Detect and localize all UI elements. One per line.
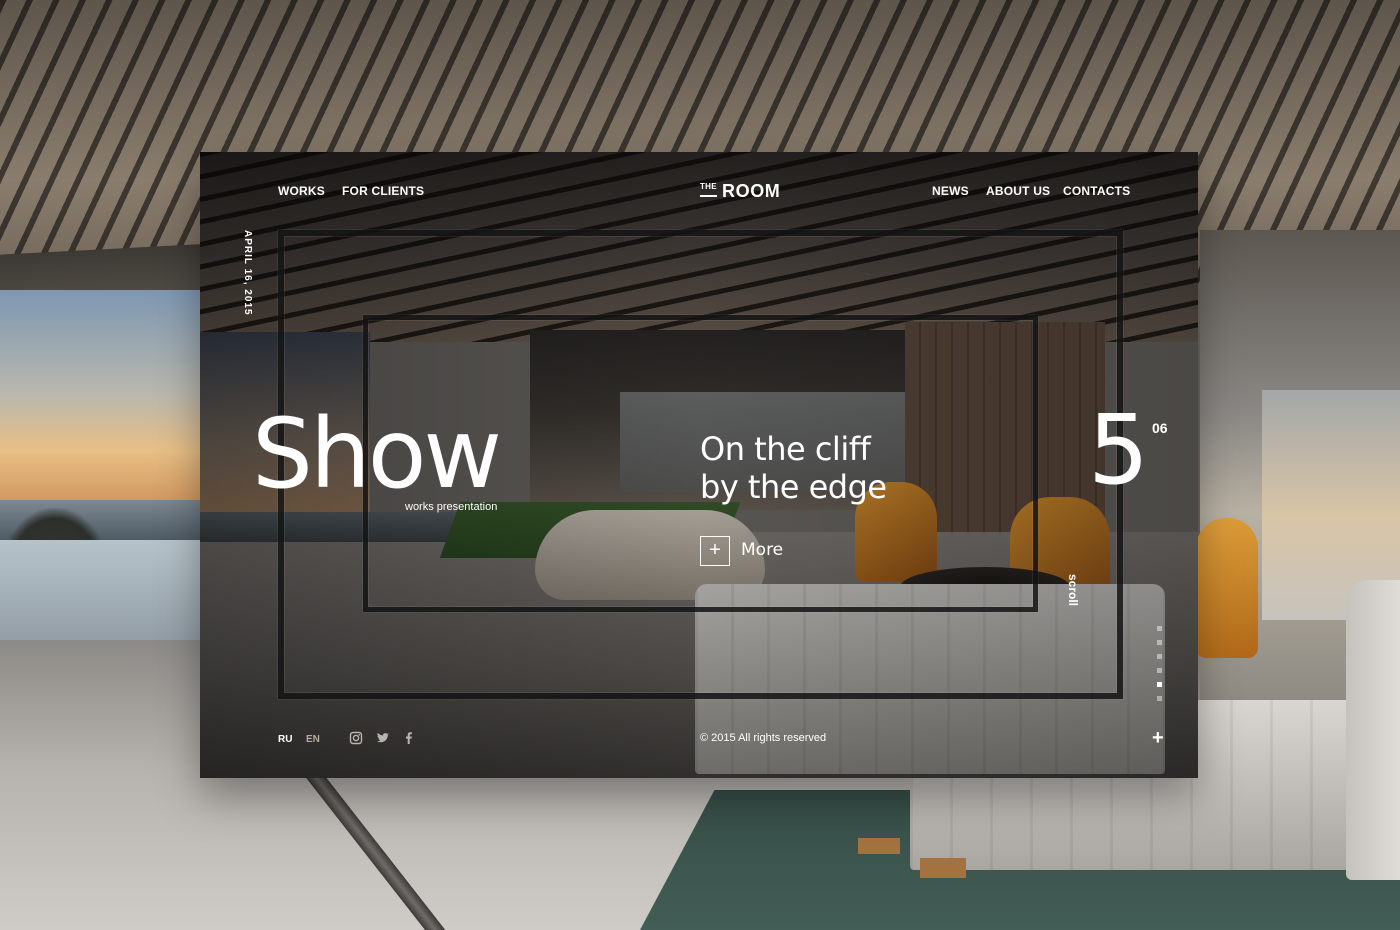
site-card: WORKS FOR CLIENTS THE ROOM NEWS ABOUT US…	[200, 152, 1198, 778]
hero-subtitle: works presentation	[405, 501, 498, 513]
logo-underline	[700, 195, 717, 197]
slide-total: 06	[1152, 420, 1168, 436]
language-ru[interactable]: RU	[278, 734, 292, 745]
language-en[interactable]: EN	[306, 734, 320, 745]
more-label: More	[741, 540, 784, 560]
background-sofa-leg	[858, 838, 900, 854]
plus-icon: +	[700, 536, 730, 566]
hero-title: Show	[252, 398, 502, 510]
logo-name: ROOM	[722, 181, 781, 201]
background-armchair	[1196, 518, 1258, 658]
background-sofa-leg	[920, 858, 966, 878]
pagination-dot-active[interactable]	[1157, 682, 1162, 687]
pagination-dot[interactable]	[1157, 696, 1162, 701]
nav-about-us[interactable]: ABOUT US	[986, 184, 1050, 198]
nav-news[interactable]: NEWS	[932, 184, 969, 198]
slide-headline-line2: by the edge	[700, 468, 887, 506]
background-pool	[0, 540, 210, 650]
nav-works[interactable]: WORKS	[278, 184, 325, 198]
pagination-dot[interactable]	[1157, 640, 1162, 645]
slide-headline-line1: On the cliff	[700, 430, 871, 468]
instagram-icon[interactable]	[349, 731, 363, 745]
facebook-icon[interactable]	[402, 731, 416, 745]
logo-prefix: THE	[700, 182, 717, 191]
nav-for-clients[interactable]: FOR CLIENTS	[342, 184, 424, 198]
pagination-dot[interactable]	[1157, 668, 1162, 673]
pagination-dot[interactable]	[1157, 654, 1162, 659]
publish-date: APRIL 16, 2015	[242, 230, 253, 316]
logo[interactable]: THE ROOM	[700, 181, 790, 203]
copyright: © 2015 All rights reserved	[700, 732, 827, 744]
nav-contacts[interactable]: CONTACTS	[1063, 184, 1130, 198]
slide-number: 5	[1088, 394, 1149, 506]
slide-pagination	[1157, 626, 1165, 701]
plus-icon[interactable]: +	[1152, 728, 1164, 748]
twitter-icon[interactable]	[376, 731, 390, 745]
scroll-hint[interactable]: scroll	[1066, 574, 1080, 606]
slide-headline: On the cliff by the edge	[700, 430, 960, 506]
pagination-dot[interactable]	[1157, 626, 1162, 631]
background-sofa-arm	[1346, 580, 1400, 880]
background-sky	[0, 290, 210, 520]
